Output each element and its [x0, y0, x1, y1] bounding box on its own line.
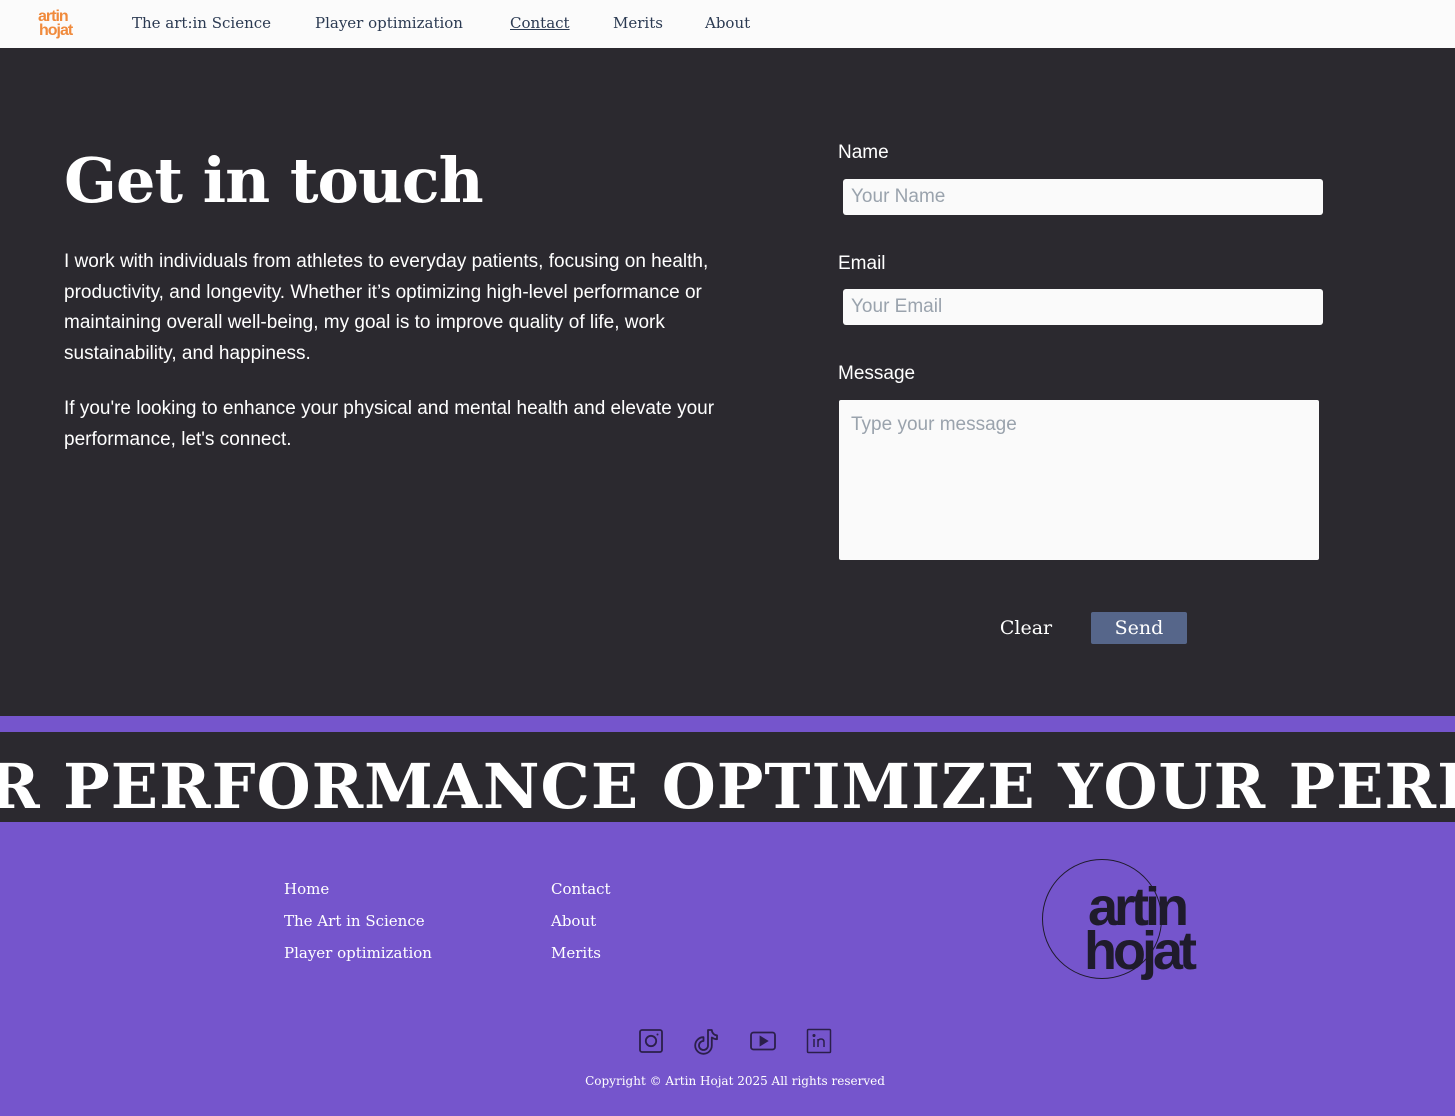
nav-link-player-optimization[interactable]: Player optimization: [315, 14, 463, 32]
footer-link-about[interactable]: About: [551, 912, 596, 930]
footer-link-merits[interactable]: Merits: [551, 944, 601, 962]
footer-logo-line-2: hojat: [1084, 921, 1197, 981]
email-label: Email: [838, 253, 886, 274]
footer: Home The Art in Science Player optimizat…: [0, 822, 1455, 1116]
footer-link-player-optimization[interactable]: Player optimization: [284, 944, 432, 962]
clear-button[interactable]: Clear: [990, 612, 1062, 644]
marquee-banner: OUR PERFORMANCE OPTIMIZE YOUR PERFORMANC…: [0, 732, 1455, 822]
send-button[interactable]: Send: [1091, 612, 1187, 644]
linkedin-icon[interactable]: [804, 1026, 834, 1056]
tiktok-icon[interactable]: [692, 1026, 722, 1056]
footer-link-art-in-science[interactable]: The Art in Science: [284, 912, 425, 930]
nav-link-merits[interactable]: Merits: [613, 14, 663, 32]
youtube-icon[interactable]: [748, 1026, 778, 1056]
footer-link-contact[interactable]: Contact: [551, 880, 611, 898]
divider-stripe: [0, 716, 1455, 732]
name-label: Name: [838, 142, 889, 163]
nav-link-about[interactable]: About: [705, 14, 750, 32]
contact-section: Get in touch I work with individuals fro…: [0, 48, 1455, 716]
message-label: Message: [838, 363, 916, 384]
copyright-text: Copyright © Artin Hojat 2025 All rights …: [585, 1074, 885, 1088]
name-field[interactable]: [843, 179, 1323, 215]
footer-link-home[interactable]: Home: [284, 880, 329, 898]
cta-paragraph: If you're looking to enhance your physic…: [64, 398, 715, 450]
intro-paragraph: I work with individuals from athletes to…: [64, 251, 709, 364]
logo[interactable]: artin hojat: [38, 9, 82, 44]
marquee-text: OUR PERFORMANCE OPTIMIZE YOUR PERFORMANC…: [0, 750, 1455, 822]
email-field[interactable]: [843, 289, 1323, 325]
logo-line-2: hojat: [39, 22, 73, 39]
instagram-icon[interactable]: [636, 1026, 666, 1056]
message-field[interactable]: [839, 400, 1319, 560]
nav-link-art-in-science[interactable]: The art:in Science: [132, 14, 271, 32]
footer-logo[interactable]: artin hojat: [1040, 858, 1210, 984]
top-navbar: artin hojat The art:in Science Player op…: [0, 0, 1455, 48]
page-title: Get in touch: [64, 144, 484, 217]
nav-link-contact[interactable]: Contact: [510, 14, 570, 32]
